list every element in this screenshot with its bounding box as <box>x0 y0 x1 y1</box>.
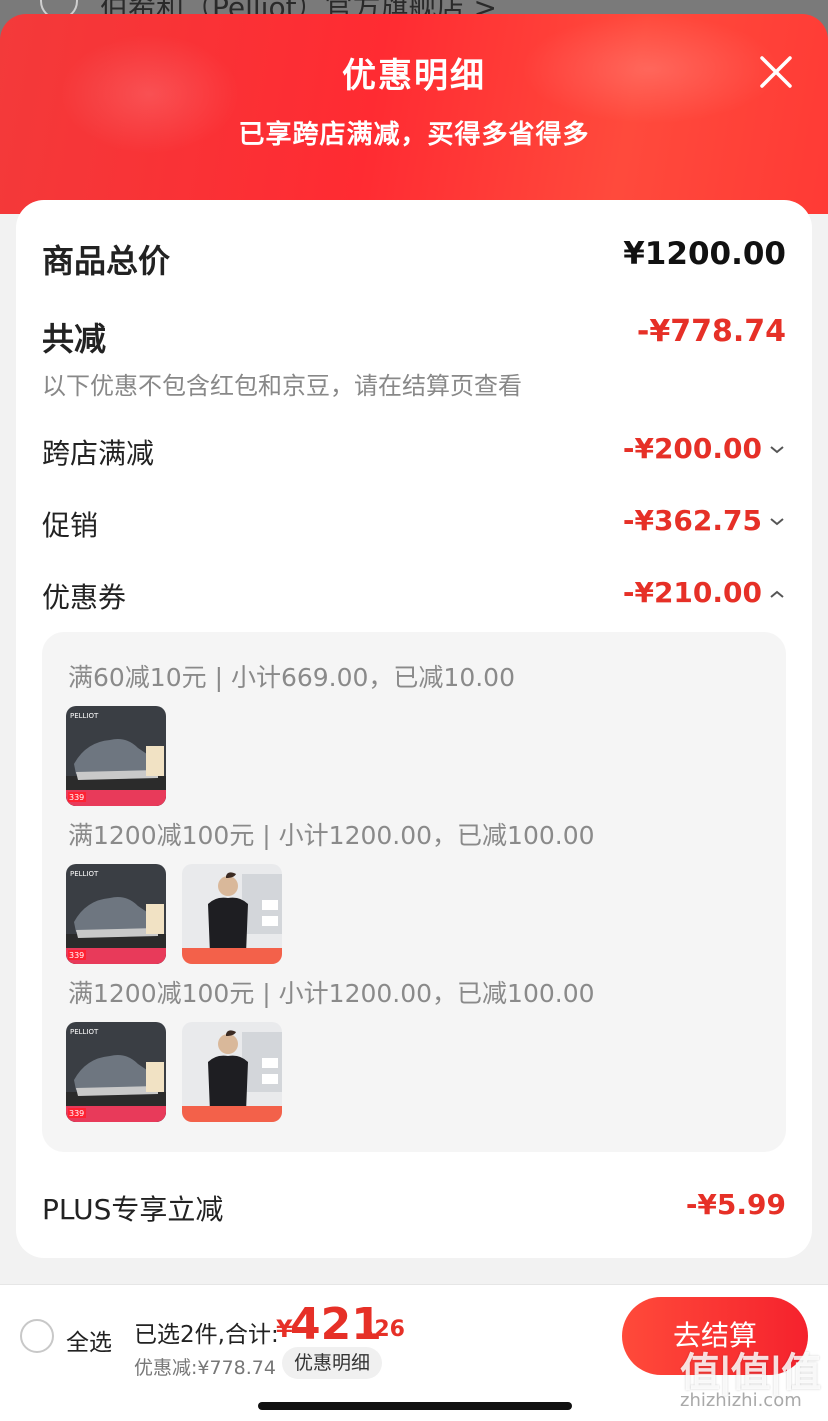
discount-row-coupon[interactable]: 优惠券 -¥210.00 <box>42 576 786 616</box>
watermark-url: zhizhizhi.com <box>680 1390 802 1411</box>
discount-row-cross-store[interactable]: 跨店满减 -¥200.00 <box>42 432 786 472</box>
svg-text:339: 339 <box>69 793 84 802</box>
coupon-group-title: 满60减10元 | 小计669.00，已减10.00 <box>68 663 515 692</box>
close-icon[interactable] <box>756 52 796 92</box>
svg-text:339: 339 <box>69 951 84 960</box>
svg-text:339: 339 <box>69 1109 84 1118</box>
sheet-subtitle: 已享跨店满减，买得多省得多 <box>238 120 590 150</box>
total-reduce-value: -¥778.74 <box>636 314 786 349</box>
chevron-down-icon[interactable] <box>768 441 786 459</box>
svg-text:PELLIOT: PELLIOT <box>70 870 99 878</box>
discount-label: 跨店满减 <box>42 437 155 470</box>
svg-text:PELLIOT: PELLIOT <box>70 1028 99 1036</box>
total-price-row: 商品总价 ¥1200.00 <box>42 236 786 280</box>
product-thumbnail-shoe[interactable]: PELLIOT 339 <box>66 1022 166 1122</box>
discount-value: -¥200.00 <box>622 432 762 465</box>
total-amount-decimal: .26 <box>366 1317 405 1342</box>
product-thumbnail-shoe[interactable]: PELLIOT 339 <box>66 706 166 806</box>
coupon-group-title: 满1200减100元 | 小计1200.00，已减100.00 <box>68 821 595 850</box>
selected-count-label: 已选2件,合计: <box>134 1322 279 1348</box>
chevron-down-icon[interactable] <box>768 513 786 531</box>
sheet-header: 优惠明细 已享跨店满减，买得多省得多 <box>0 14 828 214</box>
discount-value: -¥210.00 <box>622 576 762 609</box>
select-all-checkbox[interactable] <box>20 1319 54 1353</box>
coupon-breakdown: 满60减10元 | 小计669.00，已减10.00 PELLIOT 339 满… <box>42 632 786 1152</box>
product-thumbnail-shirt[interactable] <box>182 864 282 964</box>
product-thumbnail-shoe[interactable]: PELLIOT 339 <box>66 864 166 964</box>
discount-detail-button[interactable]: 优惠明细 <box>282 1347 383 1379</box>
discount-row-promotion[interactable]: 促销 -¥362.75 <box>42 504 786 544</box>
discount-label: 优惠券 <box>42 581 127 614</box>
svg-text:PELLIOT: PELLIOT <box>70 712 99 720</box>
total-price-label: 商品总价 <box>42 242 171 280</box>
discount-note: 以下优惠不包含红包和京豆，请在结算页查看 <box>42 372 522 400</box>
plus-discount-row: PLUS专享立减 -¥5.99 <box>42 1188 786 1228</box>
chevron-up-icon[interactable] <box>768 585 786 603</box>
sheet-title: 优惠明细 <box>342 56 486 96</box>
total-price-value: ¥1200.00 <box>623 236 786 272</box>
discount-summary: 优惠减:¥778.74 <box>134 1357 276 1379</box>
plus-discount-value: -¥5.99 <box>685 1188 786 1221</box>
plus-discount-label: PLUS专享立减 <box>42 1193 224 1226</box>
watermark: 值|值|值 zhizhizhi.com <box>680 1340 821 1416</box>
home-indicator[interactable] <box>258 1402 572 1410</box>
discount-value: -¥362.75 <box>622 504 762 537</box>
discount-label: 促销 <box>42 509 99 542</box>
total-reduce-label: 共减 <box>42 320 107 358</box>
select-all-label[interactable]: 全选 <box>66 1323 112 1357</box>
product-thumbnail-shirt[interactable] <box>182 1022 282 1122</box>
total-reduce-row: 共减 -¥778.74 <box>42 314 786 358</box>
discount-detail-card: 商品总价 ¥1200.00 共减 -¥778.74 以下优惠不包含红包和京豆，请… <box>16 200 812 1258</box>
coupon-group-title: 满1200减100元 | 小计1200.00，已减100.00 <box>68 979 595 1008</box>
